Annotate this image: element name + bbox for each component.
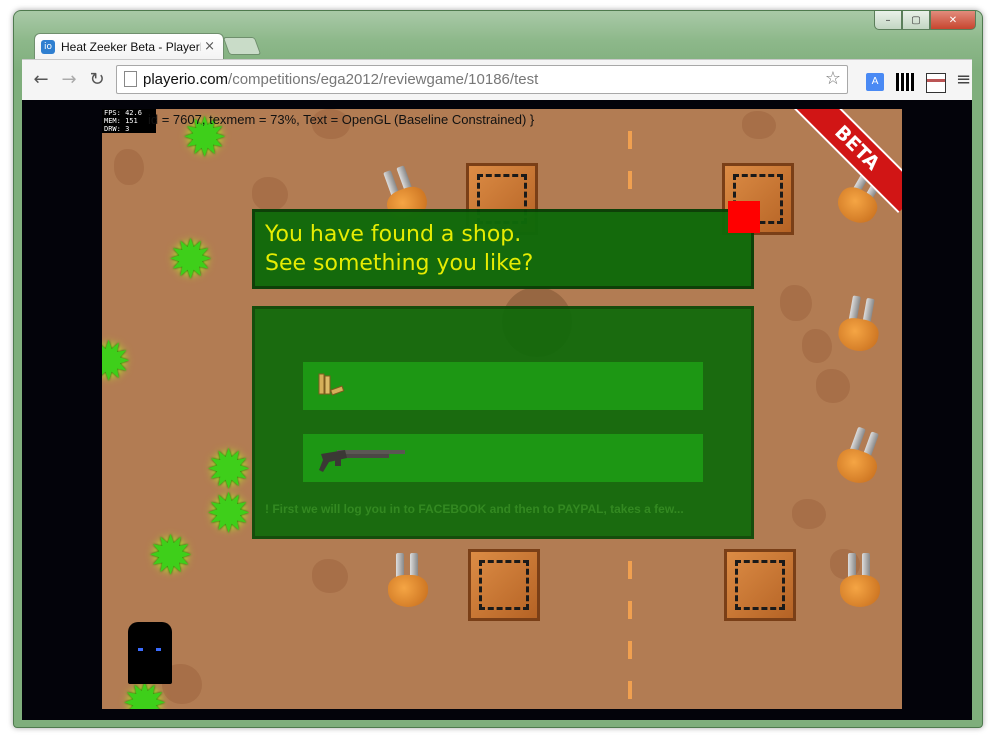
rock bbox=[252, 177, 288, 211]
rock bbox=[114, 149, 144, 185]
rock bbox=[792, 499, 826, 529]
debug-text: id = 7607, texmem = 73%, Text = OpenGL (… bbox=[148, 112, 535, 127]
fps-stat: FPS: 42.6 bbox=[104, 109, 142, 117]
game-canvas[interactable]: ✹ ✹ ✹ ✹ ✹ ✹ ✹ FPS: 42.6 MEM: 151 DRW: 3 … bbox=[102, 109, 902, 709]
supply-crate bbox=[468, 549, 540, 621]
shop-item-ammo[interactable] bbox=[303, 362, 703, 410]
palm-tree: ✹ bbox=[206, 482, 252, 545]
bookmark-star-icon[interactable]: ☆ bbox=[825, 68, 841, 89]
shotgun-icon bbox=[319, 450, 405, 472]
road-marking bbox=[628, 681, 632, 699]
mem-stat: MEM: 151 bbox=[104, 117, 138, 125]
rock bbox=[742, 111, 776, 139]
road-marking bbox=[628, 171, 632, 189]
palm-tree: ✹ bbox=[168, 228, 214, 291]
shop-title-line2: See something you like? bbox=[265, 251, 534, 276]
page-viewport: ✹ ✹ ✹ ✹ ✹ ✹ ✹ FPS: 42.6 MEM: 151 DRW: 3 … bbox=[22, 100, 972, 720]
playerio-icon: io bbox=[41, 40, 55, 54]
shop-close-button[interactable] bbox=[728, 201, 760, 233]
reload-icon[interactable]: ↻ bbox=[86, 69, 108, 91]
page-icon bbox=[124, 71, 137, 87]
palm-tree: ✹ bbox=[102, 330, 132, 393]
address-bar[interactable]: playerio.com/competitions/ega2012/review… bbox=[116, 65, 848, 94]
new-tab-button[interactable] bbox=[222, 37, 262, 55]
shop-header: You have found a shop. See something you… bbox=[252, 209, 754, 289]
tab-title: Heat Zeeker Beta - PlayerI bbox=[61, 40, 201, 54]
road-marking bbox=[628, 601, 632, 619]
shop-item-shotgun[interactable] bbox=[303, 434, 703, 482]
road-marking bbox=[628, 561, 632, 579]
window-controls: – ▢ ✕ bbox=[874, 11, 976, 31]
qr-code-icon[interactable] bbox=[896, 73, 914, 91]
forward-icon[interactable]: → bbox=[58, 69, 80, 91]
menu-icon[interactable]: ≡ bbox=[956, 69, 971, 90]
rock bbox=[802, 329, 832, 363]
shop-panel: ! First we will log you in to FACEBOOK a… bbox=[252, 306, 754, 539]
maximize-button[interactable]: ▢ bbox=[902, 11, 930, 30]
shop-payment-note: ! First we will log you in to FACEBOOK a… bbox=[265, 502, 684, 516]
browser-window: – ▢ ✕ io Heat Zeeker Beta - PlayerI × ← … bbox=[13, 10, 983, 728]
enemy-turret bbox=[840, 553, 880, 609]
player-unit bbox=[128, 622, 172, 684]
supply-crate bbox=[724, 549, 796, 621]
rock bbox=[816, 369, 850, 403]
image-extension-icon[interactable] bbox=[926, 73, 946, 93]
minimize-button[interactable]: – bbox=[874, 11, 902, 30]
shop-title-line1: You have found a shop. bbox=[265, 222, 522, 247]
back-icon[interactable]: ← bbox=[30, 69, 52, 91]
enemy-turret bbox=[388, 553, 428, 609]
road-marking bbox=[628, 641, 632, 659]
road-marking bbox=[628, 131, 632, 149]
browser-toolbar: ← → ↻ playerio.com/competitions/ega2012/… bbox=[22, 59, 972, 100]
rock bbox=[780, 285, 812, 321]
palm-tree: ✹ bbox=[148, 524, 194, 587]
shop-title: You have found a shop. See something you… bbox=[265, 220, 533, 278]
rock bbox=[312, 559, 348, 593]
url-text[interactable]: playerio.com/competitions/ega2012/review… bbox=[143, 71, 538, 88]
draw-stat: DRW: 3 bbox=[104, 125, 130, 133]
browser-tab[interactable]: io Heat Zeeker Beta - PlayerI × bbox=[34, 33, 224, 60]
tab-close-icon[interactable]: × bbox=[204, 39, 215, 54]
enemy-turret bbox=[835, 294, 884, 356]
close-window-button[interactable]: ✕ bbox=[930, 11, 976, 30]
enemy-turret bbox=[832, 424, 889, 490]
ammo-icon bbox=[318, 373, 345, 396]
translate-icon[interactable]: A bbox=[866, 73, 884, 91]
